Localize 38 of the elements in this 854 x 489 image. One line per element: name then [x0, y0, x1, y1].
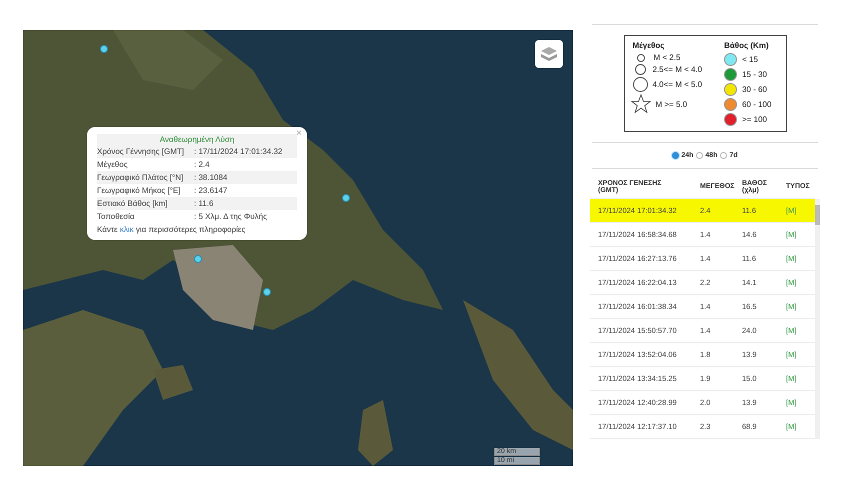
legend-heading: Μέγεθος — [632, 41, 666, 50]
radio-button[interactable] — [672, 152, 680, 159]
legend-label: 60 - 100 — [742, 100, 772, 109]
field-value: : 23.6147 — [194, 185, 228, 196]
field-value: : 17/11/2024 17:01:34.32 — [194, 146, 282, 157]
star-icon — [630, 94, 650, 114]
popup-title: Αναθεωρημένη Λύση — [97, 134, 297, 145]
legend-label: M >= 5.0 — [656, 100, 688, 108]
circle-icon — [634, 64, 646, 75]
legend-label: < 15 — [742, 55, 758, 64]
legend-label: 4.0<= M < 5.0 — [652, 80, 702, 89]
more-info-text: Κάντε κλικ για περισσότερες πληροφορίες — [97, 225, 246, 234]
legend-label: M < 2.5 — [654, 53, 680, 62]
island — [153, 365, 193, 400]
field-label: Γεωγραφικό Μήκος [°E] — [97, 185, 182, 196]
field-label: Τοποθεσία — [97, 211, 136, 222]
satellite-map[interactable] — [23, 30, 573, 466]
field-label: Μέγεθος — [97, 159, 129, 170]
radio-button[interactable] — [720, 152, 728, 159]
layers-button[interactable] — [535, 40, 563, 68]
field-value: : 38.1084 — [194, 172, 228, 183]
field-value: : 2.4 — [194, 159, 210, 170]
layers-icon — [541, 47, 557, 61]
radio-button[interactable] — [696, 152, 704, 159]
circle-icon — [636, 54, 644, 62]
legend-label: 15 - 30 — [742, 70, 767, 79]
field-label: Γεωγραφικό Πλάτος [°N] — [97, 172, 184, 183]
field-label: Εστιακό Βάθος [km] — [97, 198, 168, 209]
field-label: Χρόνος Γέννησης [GMT] — [97, 146, 185, 157]
field-value: : 5 Χλμ. Δ της Φυλής — [194, 211, 267, 222]
circle-icon — [632, 77, 648, 92]
island — [358, 400, 393, 466]
legend-label: 30 - 60 — [742, 85, 767, 94]
legend-label: 2.5<= M < 4.0 — [652, 65, 702, 74]
field-value: : 11.6 — [194, 198, 214, 209]
scrollbar[interactable] — [815, 199, 820, 439]
legend-label: >= 100 — [742, 115, 768, 124]
legend-heading: Βάθος (Km) — [724, 41, 770, 50]
